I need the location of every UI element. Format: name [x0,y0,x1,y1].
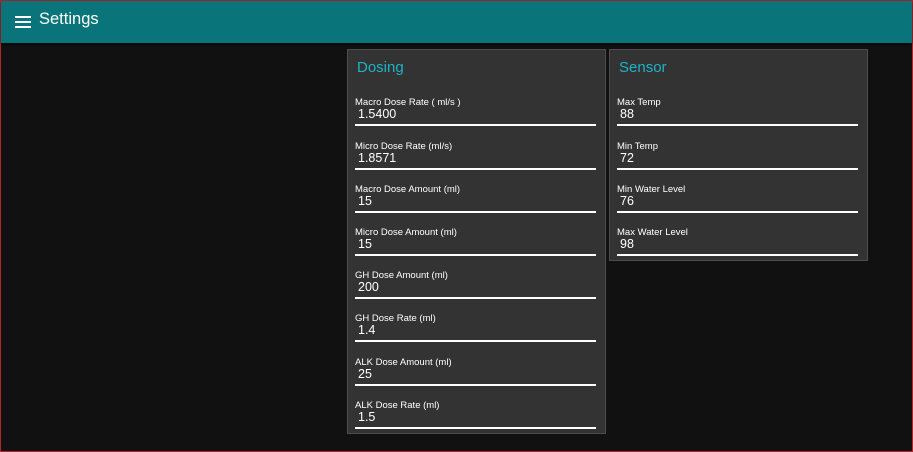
field-underline [617,254,858,256]
field-underline [355,168,596,170]
field-underline [617,211,858,213]
gh-dose-rate-field[interactable]: GH Dose Rate (ml) 1.4 [355,313,596,349]
field-underline [355,297,596,299]
field-underline [355,340,596,342]
min-water-level-field[interactable]: Min Water Level 76 [617,184,858,220]
dosing-card: Dosing Macro Dose Rate ( ml/s ) 1.5400 M… [347,49,606,434]
sensor-card: Sensor Max Temp 88 Min Temp 72 Min Water… [609,49,868,261]
max-temp-field[interactable]: Max Temp 88 [617,97,858,133]
field-underline [355,254,596,256]
gh-dose-amount-field[interactable]: GH Dose Amount (ml) 200 [355,270,596,306]
top-bar: Settings [1,1,912,43]
sensor-card-title: Sensor [619,59,667,76]
macro-dose-amount-input[interactable]: 15 [358,194,372,209]
dosing-card-title: Dosing [357,59,404,76]
gh-dose-amount-input[interactable]: 200 [358,280,379,295]
field-underline [617,168,858,170]
field-underline [355,124,596,126]
field-underline [355,211,596,213]
micro-dose-rate-field[interactable]: Micro Dose Rate (ml/s) 1.8571 [355,141,596,177]
menu-icon-line [15,26,31,28]
macro-dose-rate-input[interactable]: 1.5400 [358,107,396,122]
app-frame: Settings Dosing Macro Dose Rate ( ml/s )… [0,0,913,452]
menu-icon-line [15,16,31,18]
max-water-level-field[interactable]: Max Water Level 98 [617,227,858,263]
micro-dose-rate-input[interactable]: 1.8571 [358,151,396,166]
max-water-level-input[interactable]: 98 [620,237,634,252]
alk-dose-rate-field[interactable]: ALK Dose Rate (ml) 1.5 [355,400,596,436]
micro-dose-amount-field[interactable]: Micro Dose Amount (ml) 15 [355,227,596,263]
menu-icon-line [15,21,31,23]
alk-dose-amount-field[interactable]: ALK Dose Amount (ml) 25 [355,357,596,393]
min-water-level-input[interactable]: 76 [620,194,634,209]
macro-dose-rate-field[interactable]: Macro Dose Rate ( ml/s ) 1.5400 [355,97,596,133]
macro-dose-amount-field[interactable]: Macro Dose Amount (ml) 15 [355,184,596,220]
field-underline [617,124,858,126]
min-temp-input[interactable]: 72 [620,151,634,166]
gh-dose-rate-input[interactable]: 1.4 [358,323,375,338]
page-title: Settings [39,10,99,28]
micro-dose-amount-input[interactable]: 15 [358,237,372,252]
min-temp-field[interactable]: Min Temp 72 [617,141,858,177]
max-temp-input[interactable]: 88 [620,107,634,122]
alk-dose-amount-input[interactable]: 25 [358,367,372,382]
hamburger-menu-icon[interactable] [15,13,31,28]
field-underline [355,384,596,386]
field-underline [355,427,596,429]
alk-dose-rate-input[interactable]: 1.5 [358,410,375,425]
